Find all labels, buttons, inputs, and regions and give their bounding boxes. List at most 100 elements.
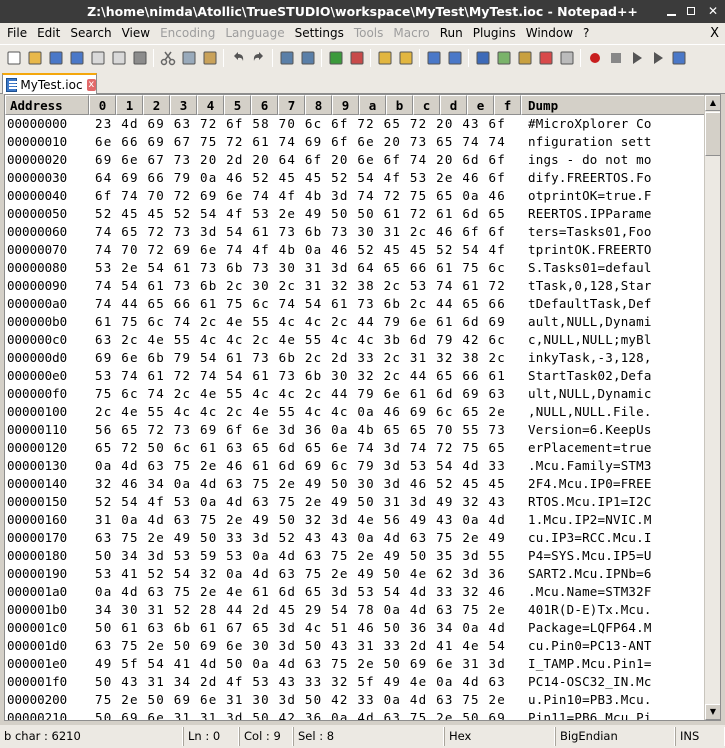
scroll-up-arrow-icon[interactable]: ▲ [705, 95, 720, 111]
row-bytes[interactable]: 52 45 45 52 54 4f 53 2e 49 50 50 61 72 6… [89, 205, 526, 223]
row-bytes[interactable]: 0a 4d 63 75 2e 4e 61 6d 65 3d 53 54 4d 3… [89, 583, 526, 601]
row-dump[interactable]: inkyTask,-3,128, [526, 349, 652, 367]
menu-edit[interactable]: Edit [32, 23, 65, 44]
row-dump[interactable]: erPlacement=true [526, 439, 652, 457]
dump-header[interactable]: Dump [521, 95, 705, 115]
hex-row[interactable]: 000001a0 0a 4d 63 75 2e 4e 61 6d 65 3d 53… [5, 583, 705, 601]
monitoring-icon[interactable] [559, 50, 575, 66]
row-dump[interactable]: .Mcu.Family=STM3 [526, 457, 652, 475]
column-header-c[interactable]: c [413, 95, 440, 115]
sync-vertical-icon[interactable] [377, 50, 393, 66]
hex-row[interactable]: 00000080 53 2e 54 61 73 6b 73 30 31 3d 64… [5, 259, 705, 277]
row-bytes[interactable]: 50 43 31 34 2d 4f 53 43 33 32 5f 49 4e 0… [89, 673, 526, 691]
paste-icon[interactable] [202, 50, 218, 66]
column-header-8[interactable]: 8 [305, 95, 332, 115]
hex-row[interactable]: 000001e0 49 5f 54 41 4d 50 0a 4d 63 75 2e… [5, 655, 705, 673]
column-header-2[interactable]: 2 [143, 95, 170, 115]
column-header-7[interactable]: 7 [278, 95, 305, 115]
sync-horizontal-icon[interactable] [398, 50, 414, 66]
close-file-icon[interactable] [90, 50, 106, 66]
row-dump[interactable]: Version=6.KeepUs [526, 421, 652, 439]
row-bytes[interactable]: 2c 4e 55 4c 4c 2c 4e 55 4c 4c 0a 46 69 6… [89, 403, 526, 421]
row-bytes[interactable]: 50 34 3d 53 59 53 0a 4d 63 75 2e 49 50 3… [89, 547, 526, 565]
row-bytes[interactable]: 50 69 6e 31 31 3d 50 42 36 0a 4d 63 75 2… [89, 709, 526, 720]
play-multiple-icon[interactable] [650, 50, 666, 66]
tab-mytest-ioc[interactable]: MyTest.ioc x [2, 73, 97, 94]
column-header-3[interactable]: 3 [170, 95, 197, 115]
hex-row[interactable]: 000000a0 74 44 65 66 61 75 6c 74 54 61 73… [5, 295, 705, 313]
row-bytes[interactable]: 65 72 50 6c 61 63 65 6d 65 6e 74 3d 74 7… [89, 439, 526, 457]
hex-row[interactable]: 00000010 6e 66 69 67 75 72 61 74 69 6f 6e… [5, 133, 705, 151]
menu-search[interactable]: Search [65, 23, 116, 44]
row-bytes[interactable]: 50 61 63 6b 61 67 65 3d 4c 51 46 50 36 3… [89, 619, 526, 637]
indent-guide-icon[interactable] [475, 50, 491, 66]
column-header-e[interactable]: e [467, 95, 494, 115]
zoom-in-icon[interactable] [328, 50, 344, 66]
hex-row[interactable]: 00000100 2c 4e 55 4c 4c 2c 4e 55 4c 4c 0a… [5, 403, 705, 421]
row-bytes[interactable]: 49 5f 54 41 4d 50 0a 4d 63 75 2e 50 69 6… [89, 655, 526, 673]
folder-as-workspace-icon[interactable] [538, 50, 554, 66]
open-file-icon[interactable] [27, 50, 43, 66]
row-dump[interactable]: cu.Pin0=PC13-ANT [526, 637, 652, 655]
row-dump[interactable]: PC14-OSC32_IN.Mc [526, 673, 652, 691]
column-header-0[interactable]: 0 [89, 95, 116, 115]
hex-row[interactable]: 00000160 31 0a 4d 63 75 2e 49 50 32 3d 4e… [5, 511, 705, 529]
menu-view[interactable]: View [117, 23, 155, 44]
hex-row[interactable]: 00000180 50 34 3d 53 59 53 0a 4d 63 75 2e… [5, 547, 705, 565]
row-bytes[interactable]: 74 70 72 69 6e 74 4f 4b 0a 46 52 45 45 5… [89, 241, 526, 259]
hex-row[interactable]: 00000170 63 75 2e 49 50 33 3d 52 43 43 0a… [5, 529, 705, 547]
column-header-5[interactable]: 5 [224, 95, 251, 115]
menu-help[interactable]: ? [578, 23, 594, 44]
hex-row[interactable]: 000000e0 53 74 61 72 74 54 61 73 6b 30 32… [5, 367, 705, 385]
hex-row[interactable]: 00000060 74 65 72 73 3d 54 61 73 6b 73 30… [5, 223, 705, 241]
close-document-button[interactable]: X [710, 23, 719, 44]
row-bytes[interactable]: 74 65 72 73 3d 54 61 73 6b 73 30 31 2c 4… [89, 223, 526, 241]
save-all-icon[interactable] [69, 50, 85, 66]
hex-row[interactable]: 00000110 56 65 72 73 69 6f 6e 3d 36 0a 4b… [5, 421, 705, 439]
row-bytes[interactable]: 56 65 72 73 69 6f 6e 3d 36 0a 4b 65 65 7… [89, 421, 526, 439]
hex-row[interactable]: 00000210 50 69 6e 31 31 3d 50 42 36 0a 4d… [5, 709, 705, 720]
row-dump[interactable]: ters=Tasks01,Foo [526, 223, 652, 241]
word-wrap-icon[interactable] [426, 50, 442, 66]
row-bytes[interactable]: 34 30 31 52 28 44 2d 45 29 54 78 0a 4d 6… [89, 601, 526, 619]
redo-icon[interactable] [251, 50, 267, 66]
row-bytes[interactable]: 69 6e 67 73 20 2d 20 64 6f 20 6e 6f 74 2… [89, 151, 526, 169]
row-bytes[interactable]: 63 2c 4e 55 4c 4c 2c 4e 55 4c 4c 3b 6d 7… [89, 331, 526, 349]
row-bytes[interactable]: 61 75 6c 74 2c 4e 55 4c 4c 2c 44 79 6e 6… [89, 313, 526, 331]
scroll-down-arrow-icon[interactable]: ▼ [705, 704, 720, 720]
menu-plugins[interactable]: Plugins [468, 23, 521, 44]
row-bytes[interactable]: 32 46 34 0a 4d 63 75 2e 49 50 30 3d 46 5… [89, 475, 526, 493]
row-dump[interactable]: RTOS.Mcu.IP1=I2C [526, 493, 652, 511]
record-macro-icon[interactable] [587, 50, 603, 66]
row-dump[interactable]: 1.Mcu.IP2=NVIC.M [526, 511, 652, 529]
column-header-6[interactable]: 6 [251, 95, 278, 115]
row-dump[interactable]: otprintOK=true.F [526, 187, 652, 205]
hex-row[interactable]: 000001d0 63 75 2e 50 69 6e 30 3d 50 43 31… [5, 637, 705, 655]
scrollbar-thumb[interactable] [705, 112, 720, 156]
row-dump[interactable]: StartTask02,Defa [526, 367, 652, 385]
row-bytes[interactable]: 0a 4d 63 75 2e 46 61 6d 69 6c 79 3d 53 5… [89, 457, 526, 475]
row-dump[interactable]: P4=SYS.Mcu.IP5=U [526, 547, 652, 565]
row-bytes[interactable]: 64 69 66 79 0a 46 52 45 45 52 54 4f 53 2… [89, 169, 526, 187]
save-icon[interactable] [48, 50, 64, 66]
menu-language[interactable]: Language [220, 23, 289, 44]
column-header-b[interactable]: b [386, 95, 413, 115]
close-all-icon[interactable] [111, 50, 127, 66]
hex-row[interactable]: 00000070 74 70 72 69 6e 74 4f 4b 0a 46 52… [5, 241, 705, 259]
row-bytes[interactable]: 53 74 61 72 74 54 61 73 6b 30 32 2c 44 6… [89, 367, 526, 385]
replace-icon[interactable] [300, 50, 316, 66]
column-header-9[interactable]: 9 [332, 95, 359, 115]
hex-row[interactable]: 000000b0 61 75 6c 74 2c 4e 55 4c 4c 2c 44… [5, 313, 705, 331]
print-icon[interactable] [132, 50, 148, 66]
row-dump[interactable]: SART2.Mcu.IPNb=6 [526, 565, 652, 583]
close-window-button[interactable]: ✕ [707, 0, 719, 23]
cut-icon[interactable] [160, 50, 176, 66]
hex-row[interactable]: 00000030 64 69 66 79 0a 46 52 45 45 52 54… [5, 169, 705, 187]
hex-row[interactable]: 000001f0 50 43 31 34 2d 4f 53 43 33 32 5f… [5, 673, 705, 691]
hex-row[interactable]: 000001b0 34 30 31 52 28 44 2d 45 29 54 78… [5, 601, 705, 619]
tab-close-button[interactable]: x [86, 78, 96, 91]
hex-row[interactable]: 000000f0 75 6c 74 2c 4e 55 4c 4c 2c 44 79… [5, 385, 705, 403]
row-dump[interactable]: c,NULL,NULL;myBl [526, 331, 652, 349]
menu-window[interactable]: Window [521, 23, 578, 44]
column-header-d[interactable]: d [440, 95, 467, 115]
